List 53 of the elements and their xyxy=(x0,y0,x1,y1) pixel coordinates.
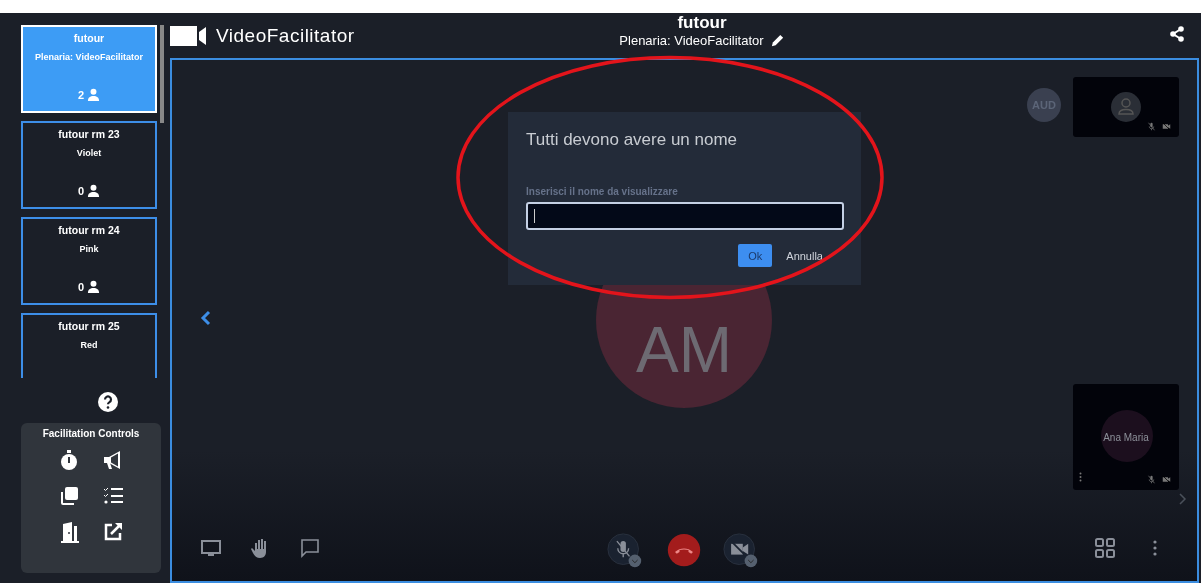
person-icon xyxy=(87,280,101,293)
avatar-circle xyxy=(1101,410,1153,462)
mic-off-icon xyxy=(1147,475,1156,484)
mute-microphone-button[interactable] xyxy=(607,533,643,569)
help-icon[interactable] xyxy=(98,392,118,412)
participant-count: 2 xyxy=(77,88,85,101)
chevron-left-icon[interactable] xyxy=(200,310,212,326)
external-link-icon[interactable] xyxy=(102,521,124,543)
camera-off-button[interactable] xyxy=(723,533,759,569)
screen-share-icon[interactable] xyxy=(200,537,222,559)
person-icon xyxy=(87,184,101,197)
room-name: futour xyxy=(73,32,105,44)
person-icon xyxy=(87,88,101,101)
field-label: Inserisci il nome da visualizzare xyxy=(526,186,679,197)
room-title: Plenaria: VideoFacilitator xyxy=(619,33,764,48)
panel-title: Facilitation Controls xyxy=(42,428,140,439)
chat-icon[interactable] xyxy=(299,537,321,559)
dialog-title: Tutti devono avere un nome xyxy=(526,130,739,150)
hang-up-button[interactable] xyxy=(666,533,702,569)
share-icon[interactable] xyxy=(1169,26,1185,42)
participant-name: Ana Maria xyxy=(1102,432,1150,443)
person-icon xyxy=(1111,92,1141,122)
participant-count: 0 xyxy=(77,280,85,293)
video-thumbnail[interactable] xyxy=(1073,77,1179,137)
camera-logo-icon xyxy=(170,25,208,46)
camera-off-icon xyxy=(1162,475,1171,484)
ok-button[interactable]: Ok xyxy=(738,244,773,267)
grid-view-icon[interactable] xyxy=(1094,537,1116,559)
more-icon[interactable] xyxy=(1079,472,1082,482)
room-subtitle: Pink xyxy=(79,244,99,254)
stopwatch-icon[interactable] xyxy=(58,449,80,471)
room-subtitle: Violet xyxy=(76,148,102,158)
copy-icon[interactable] xyxy=(58,485,80,507)
room-name: futour rm 23 xyxy=(58,128,120,140)
name-input-field[interactable] xyxy=(526,202,844,230)
room-card[interactable]: futour rm 24 Pink 0 xyxy=(21,217,157,305)
video-thumbnail[interactable]: Ana Maria xyxy=(1073,384,1179,490)
room-card[interactable]: futour rm 23 Violet 0 xyxy=(21,121,157,209)
pencil-icon[interactable] xyxy=(769,33,785,48)
avatar-initials: AM xyxy=(636,318,732,382)
mic-off-icon xyxy=(1147,122,1156,131)
participant-count: 0 xyxy=(77,184,85,197)
room-subtitle: Plenaria: VideoFacilitator xyxy=(35,52,143,62)
room-subtitle: Red xyxy=(80,340,98,350)
room-card[interactable]: futour rm 25 Red xyxy=(21,313,157,378)
camera-off-icon xyxy=(1162,122,1171,131)
meeting-title: futour xyxy=(677,13,727,33)
room-name: futour rm 24 xyxy=(58,224,120,236)
scrollbar-thumb[interactable] xyxy=(160,25,164,123)
room-name: futour rm 25 xyxy=(58,320,120,332)
cancel-button[interactable]: Annulla xyxy=(786,249,823,262)
app-name: VideoFacilitator xyxy=(216,24,355,47)
door-icon[interactable] xyxy=(58,521,80,543)
